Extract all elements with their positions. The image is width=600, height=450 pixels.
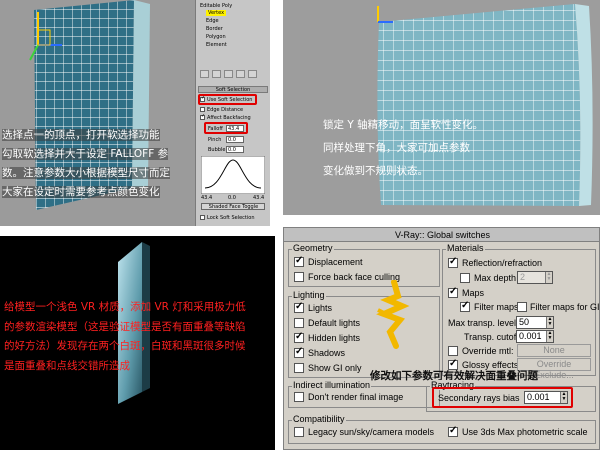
override-mtl-label: Override mtl:: [462, 346, 514, 356]
pinch-label: Pinch: [208, 137, 222, 143]
soft-selection-rollout[interactable]: Soft Selection: [198, 86, 268, 93]
caption-line: 给模型一个浅色 VR 材质，添加 VR 灯和采用极力低: [4, 301, 246, 313]
vray-global-switches-panel: V-Ray:: Global switches Geometry Displac…: [283, 227, 600, 450]
hidden-lights-label: Hidden lights: [308, 333, 361, 343]
caption-line: 大家在设定时需要参考点颜色变化: [2, 186, 160, 198]
spinner-arrows-icon[interactable]: ▲ ▼: [545, 272, 552, 283]
lights-label: Lights: [308, 303, 333, 313]
viewport-lock-y-panel: 锁定 Y 轴精移动，面呈软性变化。 同样处理下角，大家可加点参数 变化做到不规则…: [283, 0, 600, 215]
caption-line: 勾取软选择并大于设定 FALLOFF 参: [2, 148, 169, 160]
viewport-soft-selection-panel: Editable Poly Vertex Edge Border Polygon…: [0, 0, 270, 226]
highlight-secondary-rays-bias: [432, 387, 573, 408]
max-transp-value: 50: [519, 317, 530, 327]
affect-backfacing-checkbox[interactable]: [200, 113, 205, 120]
displacement-checkbox[interactable]: [294, 255, 304, 267]
brush-logo-icon: [376, 280, 410, 349]
remove-modifier-icon[interactable]: [236, 70, 245, 78]
shaded-face-toggle-button[interactable]: Shaded Face Toggle: [201, 203, 265, 210]
lock-soft-selection-checkbox[interactable]: [200, 215, 205, 220]
pinch-spinner[interactable]: 0.0: [226, 136, 244, 143]
use-3ds-max-photometric-label: Use 3ds Max photometric scale: [462, 427, 588, 437]
indirect-illumination-label: Indirect illumination: [292, 380, 372, 390]
hidden-lights-checkbox[interactable]: [294, 331, 304, 343]
legacy-models-checkbox[interactable]: [294, 427, 304, 437]
max-depth-spinner[interactable]: 2 ▲ ▼: [517, 271, 553, 284]
materials-group-label: Materials: [446, 243, 485, 253]
spinner-arrows-icon[interactable]: ▲ ▼: [546, 317, 553, 328]
max-transp-levels-spinner[interactable]: 50 ▲ ▼: [516, 316, 554, 329]
curve-left-label: 43.4: [201, 195, 213, 201]
lighting-group-label: Lighting: [292, 290, 326, 300]
show-gi-only-label: Show GI only: [308, 363, 362, 373]
transp-cutoff-value: 0.001: [519, 331, 542, 341]
transp-cutoff-spinner[interactable]: 0.001 ▲ ▼: [516, 330, 554, 343]
maps-checkbox[interactable]: [448, 286, 458, 298]
highlight-use-soft-selection: [198, 94, 257, 105]
render-preview-panel: 给模型一个浅色 VR 材质，添加 VR 灯和采用极力低 的参数渲染模型（这是验证…: [0, 236, 275, 450]
stack-item-border[interactable]: Border: [206, 26, 223, 32]
maps-label: Maps: [462, 288, 485, 298]
max-depth-label: Max depth: [474, 273, 517, 283]
caption-line: 是面重叠和点线交错所造成: [4, 359, 130, 372]
caption-line: 锁定 Y 轴精移动，面呈软性变化。: [323, 119, 484, 131]
falloff-curve-graph: [201, 156, 265, 194]
caption-line: 的好方法）发现存在两个白斑，白斑和黑斑很多时候: [4, 340, 246, 352]
stack-item-editable-poly[interactable]: Editable Poly: [200, 3, 232, 9]
legacy-models-label: Legacy sun/sky/camera models: [308, 427, 435, 437]
override-mtl-none-button[interactable]: None: [517, 344, 591, 357]
stack-item-element[interactable]: Element: [206, 42, 227, 48]
dont-render-final-label: Don't render final image: [308, 392, 404, 402]
max-depth-checkbox[interactable]: [460, 273, 470, 283]
default-lights-label: Default lights: [308, 318, 361, 328]
default-lights-checkbox[interactable]: [294, 318, 304, 328]
compatibility-group-label: Compatibility: [292, 414, 346, 424]
filter-maps-gi-checkbox[interactable]: [517, 302, 527, 312]
pin-stack-icon[interactable]: [200, 70, 209, 78]
override-mtl-checkbox[interactable]: [448, 346, 458, 356]
configure-sets-icon[interactable]: [248, 70, 257, 78]
make-unique-icon[interactable]: [224, 70, 233, 78]
caption-line: 同样处理下角，大家可加点参数: [323, 142, 470, 154]
filter-maps-label: Filter maps: [474, 302, 519, 312]
curve-right-label: 43.4: [253, 195, 265, 201]
transp-cutoff-label: Transp. cutoff: [464, 332, 519, 342]
caption-line: 变化做到不规则状态。: [323, 165, 428, 177]
lock-soft-selection-label: Lock Soft Selection: [207, 215, 255, 221]
panel1-caption: 选择点一的顶点，打开软选择功能 勾取软选择并大于设定 FALLOFF 参 数。注…: [2, 126, 170, 202]
spinner-arrows-icon[interactable]: ▲ ▼: [546, 331, 553, 342]
show-end-result-icon[interactable]: [212, 70, 221, 78]
dont-render-final-checkbox[interactable]: [294, 392, 304, 402]
curve-mid-label: 0.0: [228, 195, 236, 201]
filter-maps-checkbox[interactable]: [460, 300, 470, 312]
reflection-refraction-label: Reflection/refraction: [462, 258, 543, 268]
geometry-group-label: Geometry: [292, 243, 334, 253]
highlight-falloff: [204, 122, 248, 134]
show-gi-only-checkbox[interactable]: [294, 363, 304, 373]
command-panel: Editable Poly Vertex Edge Border Polygon…: [195, 0, 270, 226]
max-transp-levels-label: Max transp. levels: [448, 318, 521, 328]
edge-distance-checkbox[interactable]: [200, 107, 205, 112]
filter-maps-gi-label: Filter maps for GI: [530, 302, 600, 312]
displacement-label: Displacement: [308, 257, 363, 267]
max-depth-value: 2: [520, 272, 526, 282]
stack-item-polygon[interactable]: Polygon: [206, 34, 226, 40]
reflection-refraction-checkbox[interactable]: [448, 256, 458, 268]
caption-line: 的参数渲染模型（这是验证模型是否有面重叠等缺陷: [4, 320, 246, 333]
caption-line: 数。注意参数大小根据模型尺寸而定: [2, 167, 170, 179]
panel3-caption: 给模型一个浅色 VR 材质，添加 VR 灯和采用极力低 的参数渲染模型（这是验证…: [4, 298, 246, 376]
shadows-label: Shadows: [308, 348, 346, 358]
bubble-label: Bubble: [208, 147, 226, 153]
use-3ds-max-photometric-checkbox[interactable]: [448, 425, 458, 437]
force-back-face-checkbox[interactable]: [294, 272, 304, 282]
panel2-caption: 锁定 Y 轴精移动，面呈软性变化。 同样处理下角，大家可加点参数 变化做到不规则…: [323, 114, 483, 183]
stack-item-edge[interactable]: Edge: [206, 18, 219, 24]
edge-distance-label: Edge Distance: [207, 107, 244, 113]
affect-backfacing-label: Affect Backfacing: [207, 115, 251, 121]
stack-item-vertex[interactable]: Vertex: [206, 10, 227, 16]
rollout-title[interactable]: V-Ray:: Global switches: [284, 228, 599, 242]
shadows-checkbox[interactable]: [294, 346, 304, 358]
bubble-spinner[interactable]: 0.0: [226, 146, 244, 153]
lights-checkbox[interactable]: [294, 301, 304, 313]
caption-line: 选择点一的顶点，打开软选择功能: [2, 129, 160, 141]
